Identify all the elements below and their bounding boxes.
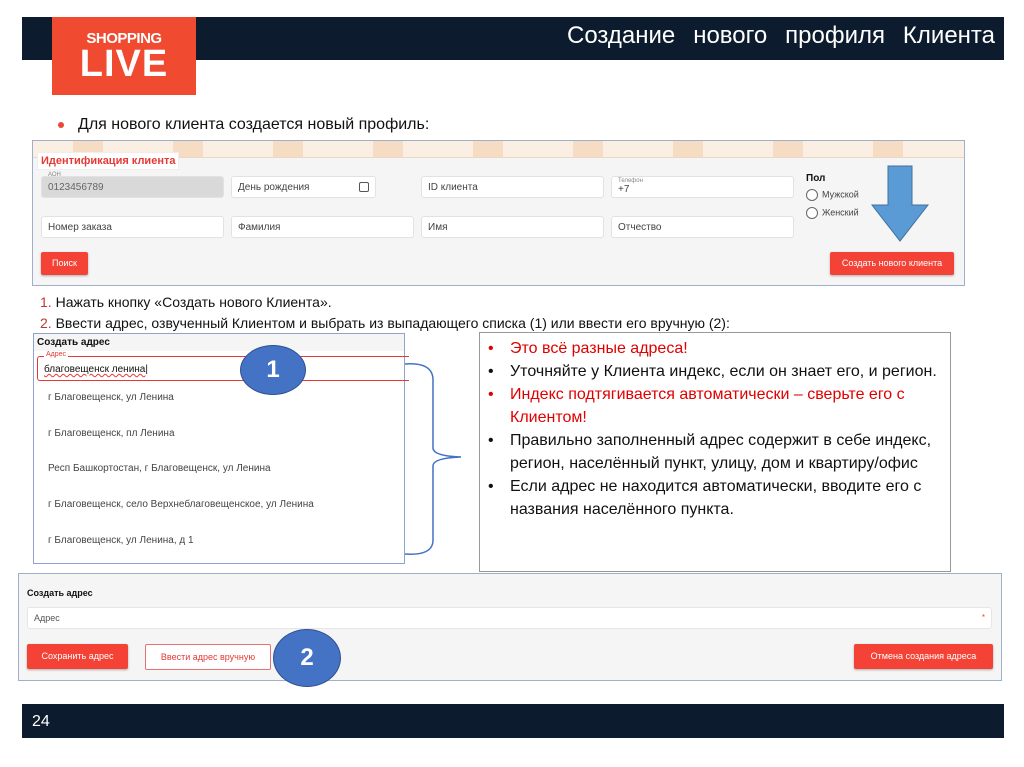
radio-male[interactable]: Мужской: [806, 189, 859, 201]
note-item: Если адрес не находится автоматически, в…: [488, 475, 942, 521]
note-item: Уточняйте у Клиента индекс, если он знае…: [488, 360, 942, 383]
marker-1: 1: [240, 345, 306, 395]
slide-title: Создание нового профиля Клиента: [567, 22, 995, 49]
address-search-field[interactable]: Адрес благовещенск ленина|: [37, 351, 409, 381]
save-address-button[interactable]: Сохранить адрес: [27, 644, 128, 669]
radio-female[interactable]: Женский: [806, 207, 859, 219]
intro-bullet: Для нового клиента создается новый профи…: [58, 116, 429, 134]
first-name-field[interactable]: Имя: [421, 216, 604, 238]
address-option[interactable]: г Благовещенск, пл Ленина: [48, 428, 175, 439]
intro-text: Для нового клиента создается новый профи…: [78, 116, 430, 133]
note-item: Индекс подтягивается автоматически – све…: [488, 383, 942, 429]
client-id-field[interactable]: ID клиента: [421, 176, 604, 198]
order-number-field[interactable]: Номер заказа: [41, 216, 224, 238]
note-item: Правильно заполненный адрес содержит в с…: [488, 429, 942, 475]
phone-field[interactable]: Телефон +7: [611, 176, 794, 198]
address-dropdown-example: Создать адрес Адрес благовещенск ленина| …: [33, 333, 409, 564]
marker-2: 2: [273, 629, 341, 687]
dropdown-title: Создать адрес: [34, 334, 404, 351]
down-arrow-icon: [870, 165, 930, 242]
client-identification-form: Идентификация клиента АОН 0123456789 День…: [32, 140, 965, 286]
address-option[interactable]: г Благовещенск, ул Ленина, д 1: [48, 535, 194, 546]
step-2: 2. Ввести адрес, озвученный Клиентом и в…: [40, 315, 730, 331]
note-item: Это всё разные адреса!: [488, 337, 942, 360]
create-client-button[interactable]: Создать нового клиента: [830, 252, 954, 275]
address-form-title: Создать адрес: [27, 588, 93, 598]
address-option[interactable]: г Благовещенск, ул Ленина: [48, 392, 174, 403]
brace-icon: [404, 363, 462, 555]
address-option[interactable]: Респ Башкортостан, г Благовещенск, ул Ле…: [48, 463, 271, 474]
manual-address-button[interactable]: Ввести адрес вручную: [145, 644, 271, 670]
shopping-live-logo: SHOPPING LIVE: [52, 17, 196, 95]
step-1: 1. Нажать кнопку «Создать нового Клиента…: [40, 294, 332, 310]
address-input[interactable]: Адрес *: [27, 607, 992, 629]
page-number: 24: [32, 713, 50, 730]
calendar-icon[interactable]: [359, 182, 369, 192]
search-button[interactable]: Поиск: [41, 252, 88, 275]
birthday-field[interactable]: День рождения: [231, 176, 376, 198]
create-address-form: Создать адрес Адрес * Сохранить адрес Вве…: [18, 573, 1002, 681]
cancel-address-button[interactable]: Отмена создания адреса: [854, 644, 993, 669]
patronymic-field[interactable]: Отчество: [611, 216, 794, 238]
last-name-field[interactable]: Фамилия: [231, 216, 414, 238]
gender-label: Пол: [806, 173, 826, 184]
aon-field[interactable]: АОН 0123456789: [41, 172, 224, 198]
logo-bottom: LIVE: [79, 43, 169, 85]
address-option[interactable]: г Благовещенск, село Верхнеблаговещенско…: [48, 499, 314, 510]
section-title: Идентификация клиента: [37, 152, 180, 170]
notes-box: Это всё разные адреса! Уточняйте у Клиен…: [479, 332, 951, 572]
footer-bar: 24: [22, 704, 1004, 738]
